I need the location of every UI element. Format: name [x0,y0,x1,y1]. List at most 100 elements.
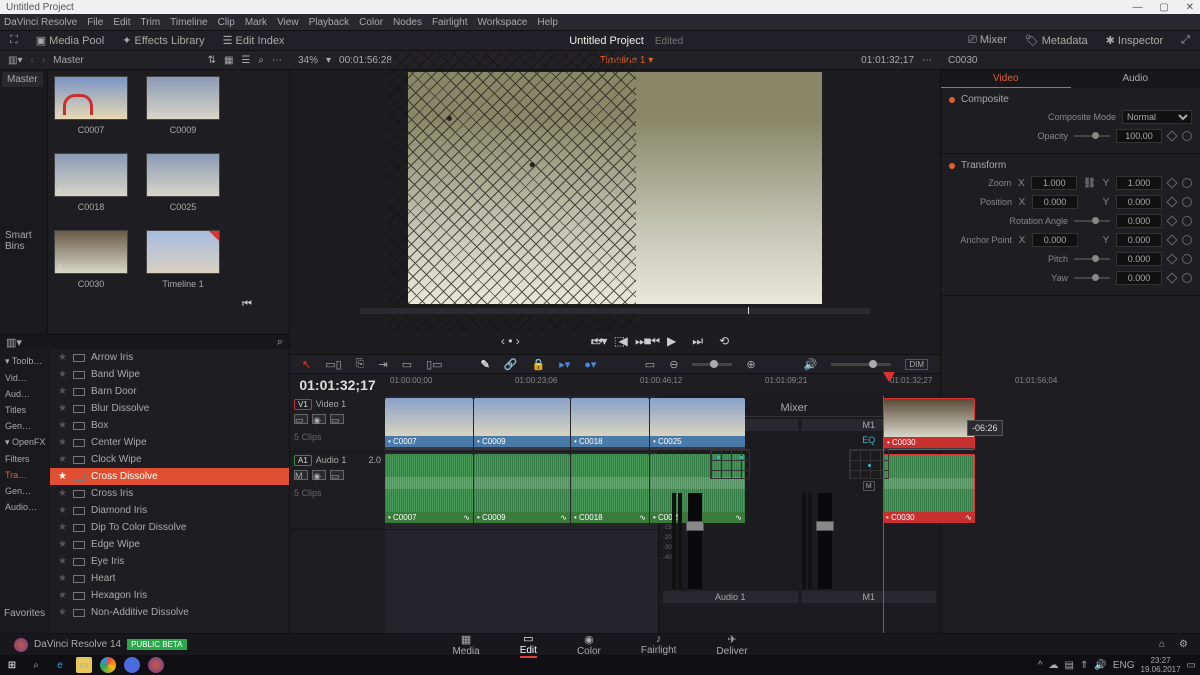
search-icon[interactable]: ⌕ [277,336,283,349]
video-track-header[interactable]: V1Video 1 ▭◉▭ 5 Clips [290,396,385,452]
sort-icon[interactable]: ⇅ [208,55,216,66]
mixer-button[interactable]: ⎚ Mixer [968,34,1007,47]
keyframe-icon[interactable] [1166,196,1177,207]
page-deliver[interactable]: ✈Deliver [716,633,747,657]
fx-item[interactable]: ★Arrow Iris [50,349,289,366]
search-icon[interactable]: ⌕ [258,55,264,66]
video-lane[interactable]: • C0007• C0009• C0018• C0025• C0030 [385,396,658,452]
fx-item[interactable]: ★Band Wipe [50,366,289,383]
audio-lane[interactable]: • C0007∿• C0009∿• C0018∿• C0025∿• C0030∿ [385,452,658,530]
star-icon[interactable]: ★ [58,488,67,499]
zoom-in-icon[interactable]: ⊕ [746,358,755,371]
fx-cat[interactable]: Gen… [0,418,50,434]
mute-button[interactable]: M [863,481,875,491]
pos-x-field[interactable]: 0.000 [1032,195,1078,209]
rotation-slider[interactable] [1074,220,1110,222]
link-icon[interactable]: ⛓ [1083,178,1096,189]
inspector-button[interactable]: ✱ Inspector [1106,34,1164,47]
close-icon[interactable]: ✕ [1186,2,1194,13]
pos-y-field[interactable]: 0.000 [1116,195,1162,209]
view-mode-icon[interactable]: ▥▾ [8,55,22,66]
audio-clip[interactable]: • C0007∿ [385,454,473,526]
keyframe-icon[interactable] [1166,215,1177,226]
edit-index-button[interactable]: ☰ Edit Index [223,34,285,47]
star-icon[interactable]: ★ [58,369,67,380]
smart-bins-label[interactable]: Smart Bins [2,227,45,255]
maximize-icon[interactable]: ▢ [1159,2,1168,13]
reset-icon[interactable] [1182,178,1192,188]
lock-icon[interactable]: 🔒 [531,358,545,371]
menu-item[interactable]: Color [359,17,383,28]
keyframe-icon[interactable] [1166,177,1177,188]
tray-lang[interactable]: ENG [1113,660,1135,671]
fx-item[interactable]: ★Barn Door [50,383,289,400]
media-pool-button[interactable]: ▣ Media Pool [36,34,105,47]
reset-icon[interactable] [1182,197,1192,207]
auto-select-icon[interactable]: ◉ [312,414,326,424]
fader[interactable] [818,493,832,589]
start-icon[interactable]: ⊞ [4,657,20,673]
menu-item[interactable]: Nodes [393,17,422,28]
page-media[interactable]: ▦Media [452,633,479,657]
tray-onedrive-icon[interactable]: ☁ [1049,660,1059,671]
fx-item[interactable]: ★Cross Dissolve [50,468,289,485]
razor-icon[interactable]: ✎ [481,358,490,371]
expand-icon[interactable]: ⤢ [1181,34,1190,47]
match-frame-icon[interactable]: ⬚ ⏭ ⏮ [614,334,660,349]
fx-item[interactable]: ★Box [50,417,289,434]
tray-notifications-icon[interactable]: ▭ [1187,660,1196,671]
composite-header[interactable]: Composite [961,94,1009,105]
effects-library-button[interactable]: ✦ Effects Library [122,34,204,47]
menu-item[interactable]: File [87,17,103,28]
arm-icon[interactable]: ▭ [330,470,344,480]
chevron-down-icon[interactable]: ▾ [326,55,331,66]
tray-clock[interactable]: 23:2719.06.2017 [1141,656,1181,674]
audio-track-header[interactable]: A1Audio 1 2.0 M◉▭ 5 Clips [290,452,385,530]
fx-cat[interactable]: Gen… [0,483,50,499]
fx-item[interactable]: ★Dip To Color Dissolve [50,519,289,536]
star-icon[interactable]: ★ [58,471,67,482]
menu-item[interactable]: Edit [113,17,130,28]
rotation-field[interactable]: 0.000 [1116,214,1162,228]
menu-item[interactable]: Timeline [170,17,207,28]
tray-volume-icon[interactable]: 🔊 [1094,660,1106,671]
reset-icon[interactable] [1182,235,1192,245]
tray-network-icon[interactable]: ▤ [1065,660,1074,671]
clip-thumb[interactable]: ♪C0030 [54,230,128,289]
keyframe-icon[interactable] [1166,234,1177,245]
dim-button[interactable]: DIM [905,359,928,370]
fx-item[interactable]: ★Eye Iris [50,553,289,570]
video-clip[interactable]: • C0009 [474,398,570,450]
star-icon[interactable]: ★ [58,352,67,363]
menu-item[interactable]: Help [537,17,558,28]
fx-item[interactable]: ★Cross Iris [50,485,289,502]
link-icon[interactable]: 🔗 [504,358,518,371]
fx-cat[interactable]: ▾ Toolb… [0,353,50,370]
more-icon[interactable]: ⋯ [272,55,282,66]
insert-icon[interactable]: ⇥ [378,358,387,371]
track-enable-icon[interactable]: ▭ [330,414,344,424]
star-icon[interactable]: ★ [58,454,67,465]
fx-cat[interactable]: Aud… [0,386,50,402]
zoom-slider[interactable] [692,363,732,366]
fx-cat[interactable]: ▾ OpenFX [0,434,50,451]
replace-icon[interactable]: ▯▭ [426,358,442,371]
fx-item[interactable]: ★Clock Wipe [50,451,289,468]
fx-item[interactable]: ★Non-Additive Dissolve [50,604,289,621]
fx-item[interactable]: ★Blur Dissolve [50,400,289,417]
more-icon[interactable]: ⋯ [922,55,932,66]
solo-icon[interactable]: ◉ [312,470,326,480]
keyframe-icon[interactable] [1166,253,1177,264]
gear-icon[interactable]: ⚙ [1179,639,1188,650]
menu-item[interactable]: View [277,17,299,28]
resolve-icon[interactable] [148,657,164,673]
menu-item[interactable]: DaVinci Resolve [4,17,77,28]
star-icon[interactable]: ★ [58,437,67,448]
pan-grid[interactable] [710,449,750,479]
audio-clip[interactable]: • C0018∿ [571,454,649,526]
clip-thumb[interactable]: ♪C0025 [146,153,220,212]
star-icon[interactable]: ★ [58,607,67,618]
flag-icon[interactable]: ▸▾ [559,358,570,371]
timeline-view-icon[interactable]: ▭ [645,358,655,371]
fx-cat[interactable]: Filters [0,451,50,467]
